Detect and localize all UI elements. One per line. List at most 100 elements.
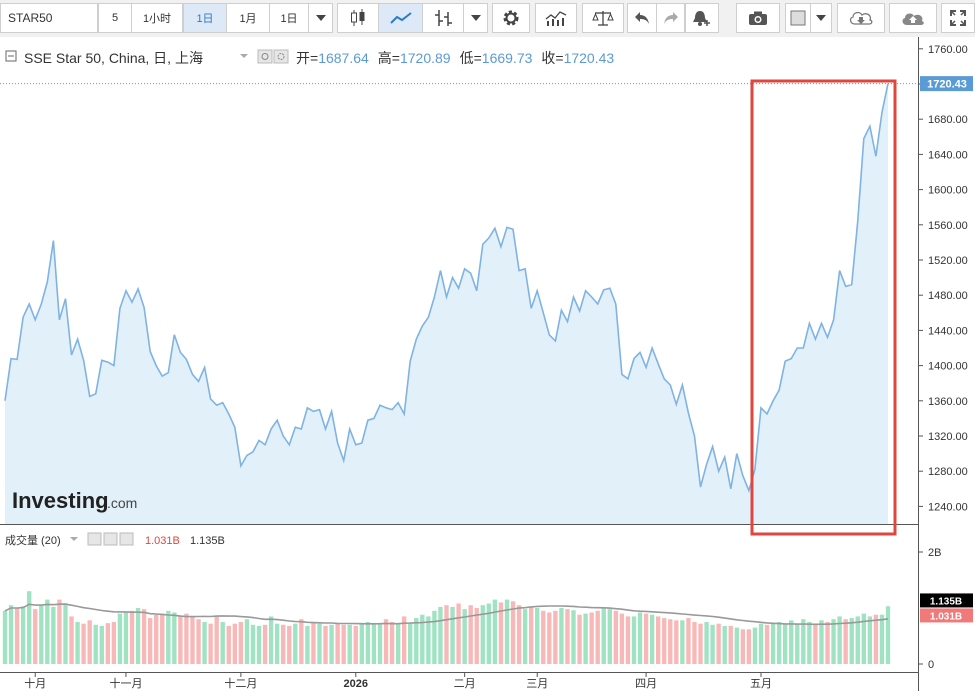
volume-bar	[855, 616, 860, 664]
price-tick-label: 1760.00	[928, 44, 968, 56]
volume-bar	[734, 627, 739, 664]
legend: SSE Star 50, China, 日, 上海 开=1687.64 高=172…	[5, 49, 615, 66]
volume-bar	[202, 622, 207, 664]
time-tick-label: 三月	[526, 678, 548, 690]
price-tick-label: 1400.00	[928, 361, 968, 373]
template-dropdown-button[interactable]	[810, 3, 832, 33]
volume-bar	[849, 618, 854, 664]
volume-bar	[414, 618, 419, 664]
volume-bar	[450, 606, 455, 664]
volume-bar	[256, 625, 262, 664]
volume-bar	[807, 622, 812, 664]
interval-value-button[interactable]: 5	[98, 3, 132, 33]
redo-button[interactable]	[656, 3, 685, 33]
symbol-input[interactable]: STAR50	[0, 3, 98, 33]
redo-icon	[663, 12, 678, 24]
undo-icon	[635, 12, 649, 24]
close-value: 1720.43	[564, 50, 615, 66]
volume-bar	[141, 609, 147, 664]
candlestick-button[interactable]	[337, 3, 379, 33]
candlestick-icon	[351, 9, 365, 26]
time-tick-label: 十二月	[224, 676, 257, 690]
volume-visibility-icon[interactable]	[87, 532, 102, 546]
volume-bar	[383, 619, 389, 664]
volume-bar	[347, 624, 352, 664]
svg-text:Investing: Investing	[12, 488, 109, 513]
volume-bar	[728, 625, 733, 664]
volume-close-icon[interactable]	[119, 532, 134, 546]
alert-button[interactable]	[685, 3, 719, 33]
area-chart-button[interactable]	[378, 3, 423, 33]
volume-bar	[226, 625, 231, 664]
volume-bar	[208, 623, 213, 664]
volume-bar	[63, 603, 68, 664]
time-tick-label: 2026	[344, 678, 368, 690]
studies-button[interactable]	[535, 3, 577, 33]
volume-bar	[686, 618, 691, 664]
volume-bar	[692, 622, 697, 664]
volume-bar	[166, 610, 171, 664]
volume-bar	[75, 622, 80, 664]
fullscreen-button[interactable]	[941, 3, 975, 33]
volume-bar	[432, 610, 437, 664]
interval-1m-button[interactable]: 1月	[226, 3, 270, 33]
volume-bar	[51, 606, 56, 664]
volume-bar	[565, 609, 570, 664]
settings-icon[interactable]	[273, 49, 289, 64]
volume-bar	[281, 624, 286, 664]
volume-bar	[547, 612, 552, 664]
price-tick-label: 1520.00	[928, 255, 968, 267]
volume-bar	[643, 613, 649, 664]
volume-bar	[746, 629, 752, 664]
volume-bar	[160, 613, 165, 664]
volume-bar	[111, 622, 117, 664]
compare-button[interactable]	[582, 3, 624, 33]
volume-tick-label: 0	[928, 659, 934, 671]
volume-legend: 成交量 (20) 1.031B 1.135B	[5, 532, 225, 547]
volume-bar	[873, 614, 879, 664]
volume-settings-icon[interactable]	[103, 532, 118, 546]
low-value: 1669.73	[482, 50, 533, 66]
volume-bar	[879, 614, 885, 664]
template-button[interactable]	[785, 3, 811, 33]
volume-bar	[172, 612, 177, 664]
volume-bar	[607, 609, 612, 664]
chevron-down-icon	[470, 15, 481, 21]
volume-bar	[819, 620, 824, 664]
volume-bar	[456, 603, 461, 664]
volume-bar	[698, 623, 703, 664]
volume-bar	[516, 605, 522, 664]
range-dropdown-button[interactable]	[308, 3, 333, 33]
volume-bar	[135, 608, 141, 664]
time-tick-label: 十一月	[109, 676, 142, 690]
load-chart-button[interactable]	[837, 3, 885, 33]
volume-bar	[299, 619, 304, 664]
volume-bar	[365, 622, 371, 664]
price-tick-label: 1360.00	[928, 396, 968, 408]
screenshot-button[interactable]	[736, 3, 780, 33]
indicators-button[interactable]	[422, 3, 464, 33]
undo-button[interactable]	[627, 3, 657, 33]
settings-button[interactable]	[492, 3, 530, 33]
range-button[interactable]: 1日	[269, 3, 309, 33]
save-chart-button[interactable]	[889, 3, 937, 33]
volume-bar	[680, 620, 685, 664]
volume-bar	[528, 606, 534, 664]
interval-1d-button[interactable]: 1日	[183, 3, 227, 33]
volume-bar	[758, 623, 764, 664]
chevron-down-icon	[315, 15, 326, 21]
volume-bar	[468, 605, 473, 664]
volume-bar	[601, 608, 606, 664]
volume-bar	[789, 620, 794, 664]
interval-1h-button[interactable]: 1小时	[131, 3, 183, 33]
bar-ohlc-icon	[435, 10, 452, 26]
volume-bar	[8, 605, 14, 664]
chart-type-dropdown-button[interactable]	[463, 3, 488, 33]
volume-bar	[637, 612, 643, 664]
time-tick-label: 四月	[635, 678, 657, 690]
volume-bar	[87, 620, 92, 664]
visibility-icon[interactable]	[257, 49, 273, 64]
chart-area[interactable]: 1760.001720.001680.001640.001600.001560.…	[0, 37, 975, 691]
volume-bar	[843, 619, 848, 664]
volume-bar	[395, 623, 401, 664]
